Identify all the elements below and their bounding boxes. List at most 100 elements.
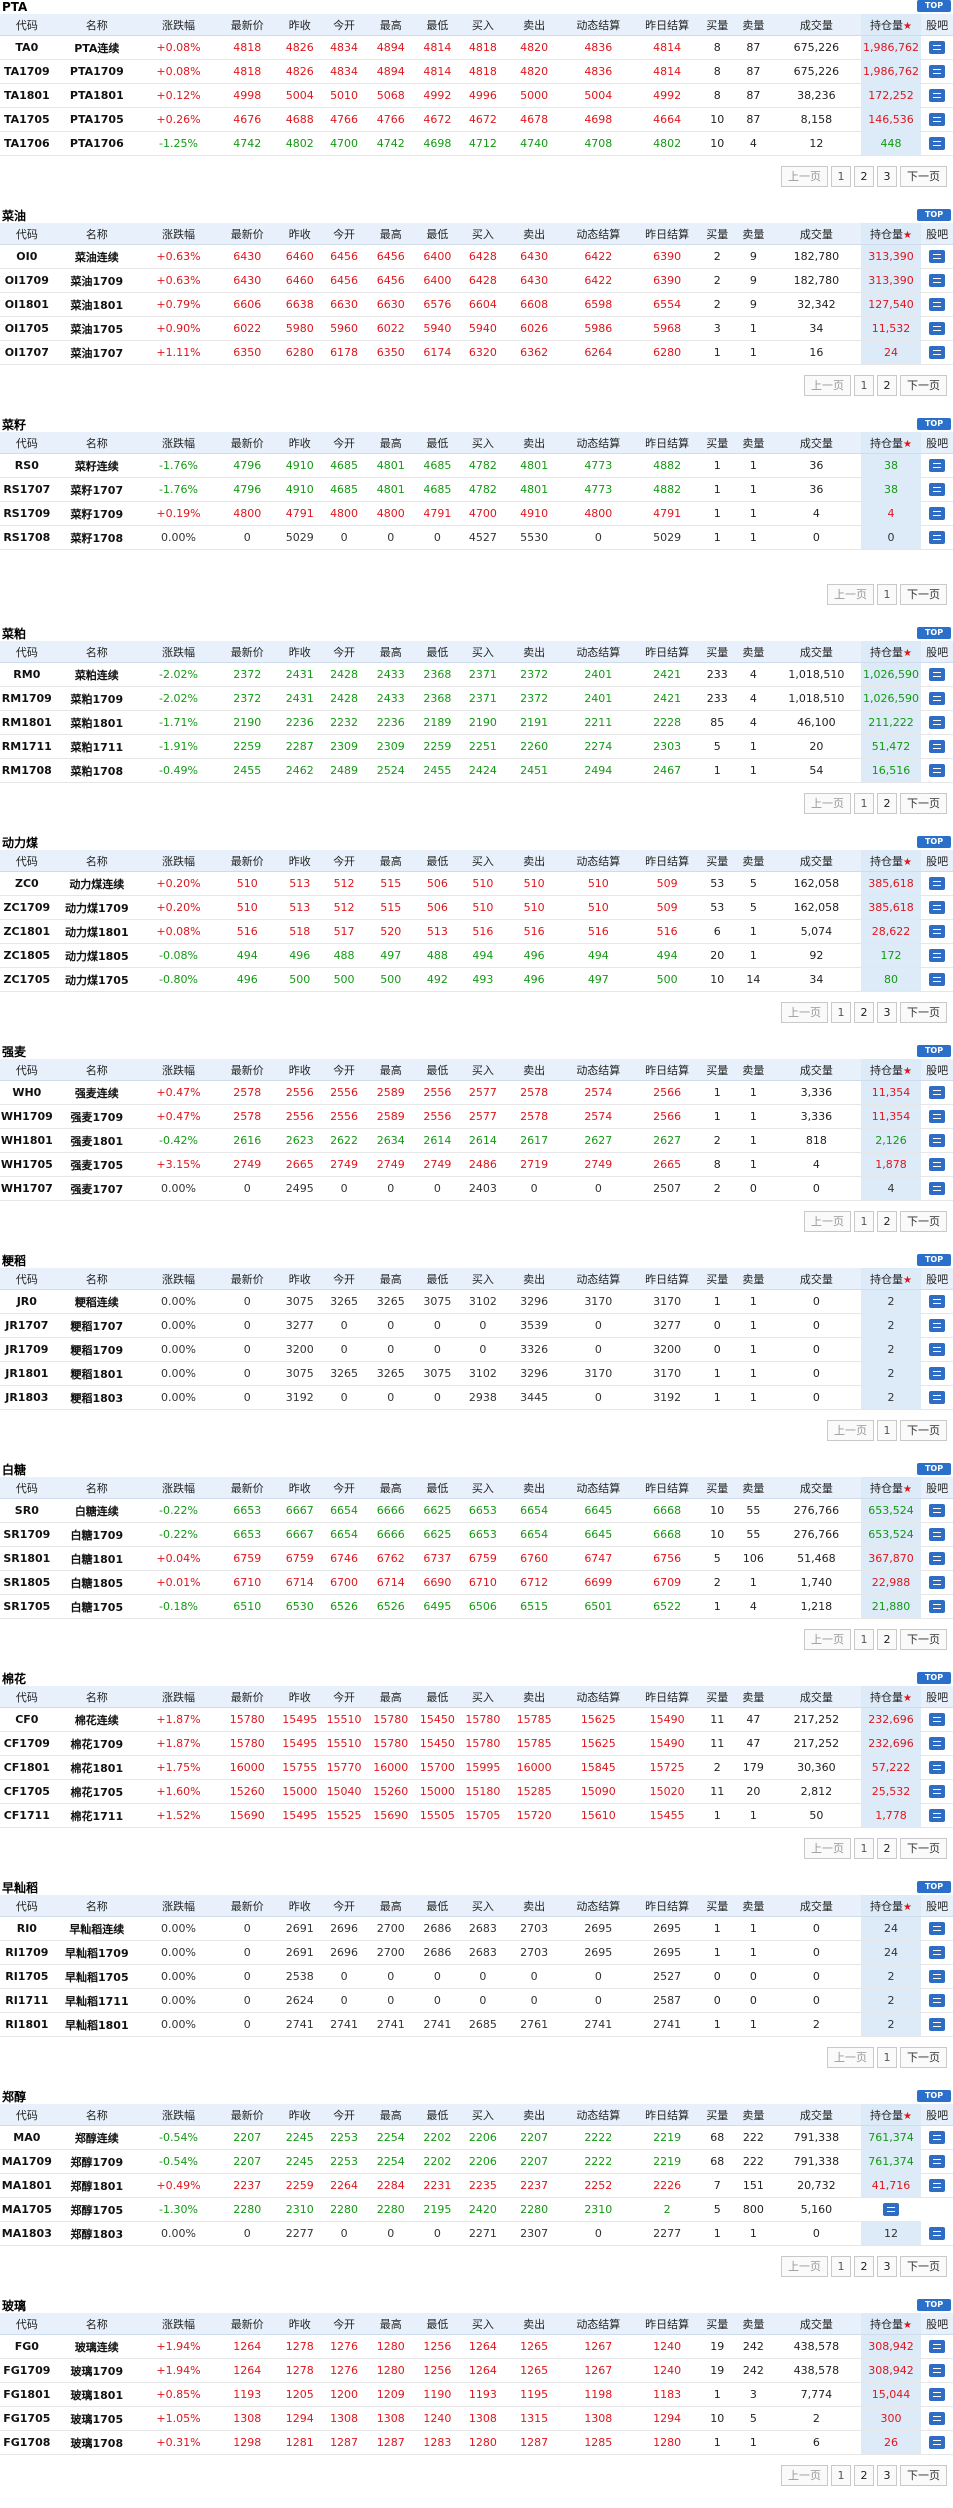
top-button[interactable]: TOP bbox=[917, 0, 951, 12]
column-header[interactable]: 昨收 bbox=[277, 1268, 322, 1290]
column-header[interactable]: 名称 bbox=[53, 2313, 140, 2335]
column-header[interactable]: 股吧 bbox=[921, 2104, 953, 2126]
column-header[interactable]: 成交量 bbox=[772, 641, 861, 663]
column-header[interactable]: 最新价 bbox=[216, 14, 278, 36]
table-row[interactable]: SR0 白糖连续 -0.22% 6653 6667 6654 6666 6625 6653 665… bbox=[0, 1498, 953, 1523]
column-header[interactable]: 持仓量★ bbox=[860, 223, 922, 245]
contract-name-link[interactable]: 粳稻连续 bbox=[53, 1289, 140, 1314]
column-header[interactable]: 卖出 bbox=[506, 432, 563, 454]
column-header[interactable]: 买入 bbox=[459, 2313, 507, 2335]
table-row[interactable]: TA1709 PTA1709 +0.08% 4818 4826 4834 4894 4814 4… bbox=[0, 59, 953, 84]
column-header[interactable]: 最低 bbox=[415, 223, 460, 245]
contract-name-link[interactable]: 强麦连续 bbox=[53, 1080, 140, 1105]
contract-code-link[interactable]: RM1801 bbox=[0, 710, 54, 735]
column-header[interactable]: 卖量 bbox=[734, 2104, 773, 2126]
column-header[interactable]: 动态结算 bbox=[562, 14, 635, 36]
column-header[interactable]: 成交量 bbox=[772, 2104, 861, 2126]
contract-name-link[interactable]: 强麦1801 bbox=[53, 1128, 140, 1153]
column-header[interactable]: 今开 bbox=[321, 1686, 367, 1708]
contract-name-link[interactable]: 玻璃1801 bbox=[53, 2382, 140, 2407]
column-header[interactable]: 最新价 bbox=[216, 1059, 278, 1081]
contract-name-link[interactable]: 动力煤1805 bbox=[53, 943, 140, 968]
contract-code-link[interactable]: WH0 bbox=[0, 1080, 54, 1105]
column-header[interactable]: 动态结算 bbox=[562, 223, 635, 245]
contract-code-link[interactable]: CF0 bbox=[0, 1707, 54, 1732]
column-header[interactable]: 名称 bbox=[53, 14, 140, 36]
prev-page-button[interactable]: 上一页 bbox=[804, 793, 851, 814]
contract-name-link[interactable]: 菜油连续 bbox=[53, 244, 140, 269]
column-header[interactable]: 成交量 bbox=[772, 1059, 861, 1081]
forum-icon[interactable] bbox=[929, 2340, 946, 2354]
column-header[interactable]: 动态结算 bbox=[562, 850, 635, 872]
contract-code-link[interactable]: JR1709 bbox=[0, 1337, 54, 1362]
column-header[interactable]: 最低 bbox=[415, 1686, 460, 1708]
page-1-button[interactable]: 1 bbox=[831, 2465, 851, 2486]
contract-name-link[interactable]: 动力煤连续 bbox=[53, 871, 140, 896]
table-row[interactable]: JR0 粳稻连续 0.00% 0 3075 3265 3265 3075 3102 3296 317… bbox=[0, 1289, 953, 1314]
column-header[interactable]: 买量 bbox=[699, 641, 735, 663]
contract-name-link[interactable]: 白糖1801 bbox=[53, 1546, 140, 1571]
column-header[interactable]: 股吧 bbox=[921, 1059, 953, 1081]
column-header[interactable]: 卖量 bbox=[734, 1895, 773, 1917]
column-header[interactable]: 买量 bbox=[699, 432, 735, 454]
forum-icon[interactable] bbox=[929, 531, 946, 545]
table-row[interactable]: OI0 菜油连续 +0.63% 6430 6460 6456 6456 6400 6428 643… bbox=[0, 244, 953, 269]
column-header[interactable]: 最低 bbox=[415, 2104, 460, 2126]
forum-icon[interactable] bbox=[929, 2436, 946, 2450]
column-header[interactable]: 卖出 bbox=[506, 641, 563, 663]
contract-name-link[interactable]: 白糖1705 bbox=[53, 1594, 140, 1619]
next-page-button[interactable]: 下一页 bbox=[900, 1838, 947, 1859]
column-header[interactable]: 动态结算 bbox=[562, 2104, 635, 2126]
contract-code-link[interactable]: TA1801 bbox=[0, 83, 54, 108]
forum-icon[interactable] bbox=[929, 1994, 946, 2008]
contract-name-link[interactable]: 动力煤1705 bbox=[53, 967, 140, 992]
table-row[interactable]: ZC1709 动力煤1709 +0.20% 510 513 512 515 506 510 510… bbox=[0, 895, 953, 920]
forum-icon[interactable] bbox=[929, 2227, 946, 2240]
column-header[interactable]: 卖出 bbox=[506, 1895, 563, 1917]
forum-icon[interactable] bbox=[929, 322, 946, 336]
contract-name-link[interactable]: PTA连续 bbox=[53, 35, 140, 60]
column-header[interactable]: 昨收 bbox=[277, 1895, 322, 1917]
table-row[interactable]: ZC1801 动力煤1801 +0.08% 516 518 517 520 513 516 516… bbox=[0, 919, 953, 944]
column-header[interactable]: 涨跌幅 bbox=[139, 1268, 217, 1290]
column-header[interactable]: 名称 bbox=[53, 1268, 140, 1290]
column-header[interactable]: 买入 bbox=[459, 1895, 507, 1917]
contract-code-link[interactable]: RS0 bbox=[0, 453, 54, 478]
column-header[interactable]: 名称 bbox=[53, 223, 140, 245]
table-row[interactable]: RI1801 早籼稻1801 0.00% 0 2741 2741 2741 2741 2685 2… bbox=[0, 2012, 953, 2037]
forum-icon[interactable] bbox=[929, 1785, 946, 1799]
column-header[interactable]: 昨日结算 bbox=[634, 223, 700, 245]
column-header[interactable]: 买入 bbox=[459, 1686, 507, 1708]
column-header[interactable]: 股吧 bbox=[921, 223, 953, 245]
table-row[interactable]: WH1705 强麦1705 +3.15% 2749 2665 2749 2749 2749 24… bbox=[0, 1152, 953, 1177]
column-header[interactable]: 涨跌幅 bbox=[139, 850, 217, 872]
top-button[interactable]: TOP bbox=[917, 627, 951, 639]
column-header[interactable]: 最高 bbox=[366, 432, 416, 454]
top-button[interactable]: TOP bbox=[917, 836, 951, 848]
contract-code-link[interactable]: RI1709 bbox=[0, 1940, 54, 1965]
contract-name-link[interactable]: PTA1801 bbox=[53, 83, 140, 108]
column-header[interactable]: 卖量 bbox=[734, 850, 773, 872]
forum-icon[interactable] bbox=[929, 1922, 946, 1936]
column-header[interactable]: 卖量 bbox=[734, 223, 773, 245]
contract-name-link[interactable]: 棉花1705 bbox=[53, 1779, 140, 1804]
column-header[interactable]: 成交量 bbox=[772, 1477, 861, 1499]
contract-code-link[interactable]: SR1705 bbox=[0, 1594, 54, 1619]
column-header[interactable]: 最低 bbox=[415, 1895, 460, 1917]
column-header[interactable]: 最低 bbox=[415, 2313, 460, 2335]
contract-code-link[interactable]: WH1801 bbox=[0, 1128, 54, 1153]
contract-code-link[interactable]: SR1709 bbox=[0, 1522, 54, 1547]
contract-code-link[interactable]: RM1708 bbox=[0, 758, 54, 783]
page-1-button[interactable]: 1 bbox=[854, 1838, 874, 1859]
column-header[interactable]: 名称 bbox=[53, 1895, 140, 1917]
column-header[interactable]: 最新价 bbox=[216, 2313, 278, 2335]
column-header[interactable]: 买入 bbox=[459, 850, 507, 872]
column-header[interactable]: 持仓量★ bbox=[860, 1895, 922, 1917]
forum-icon[interactable] bbox=[929, 973, 946, 987]
contract-code-link[interactable]: RI1711 bbox=[0, 1988, 54, 2013]
forum-icon[interactable] bbox=[929, 949, 946, 963]
forum-icon[interactable] bbox=[929, 65, 946, 79]
contract-code-link[interactable]: MA1803 bbox=[0, 2221, 54, 2246]
contract-name-link[interactable]: 菜油1709 bbox=[53, 268, 140, 293]
contract-code-link[interactable]: ZC1709 bbox=[0, 895, 54, 920]
